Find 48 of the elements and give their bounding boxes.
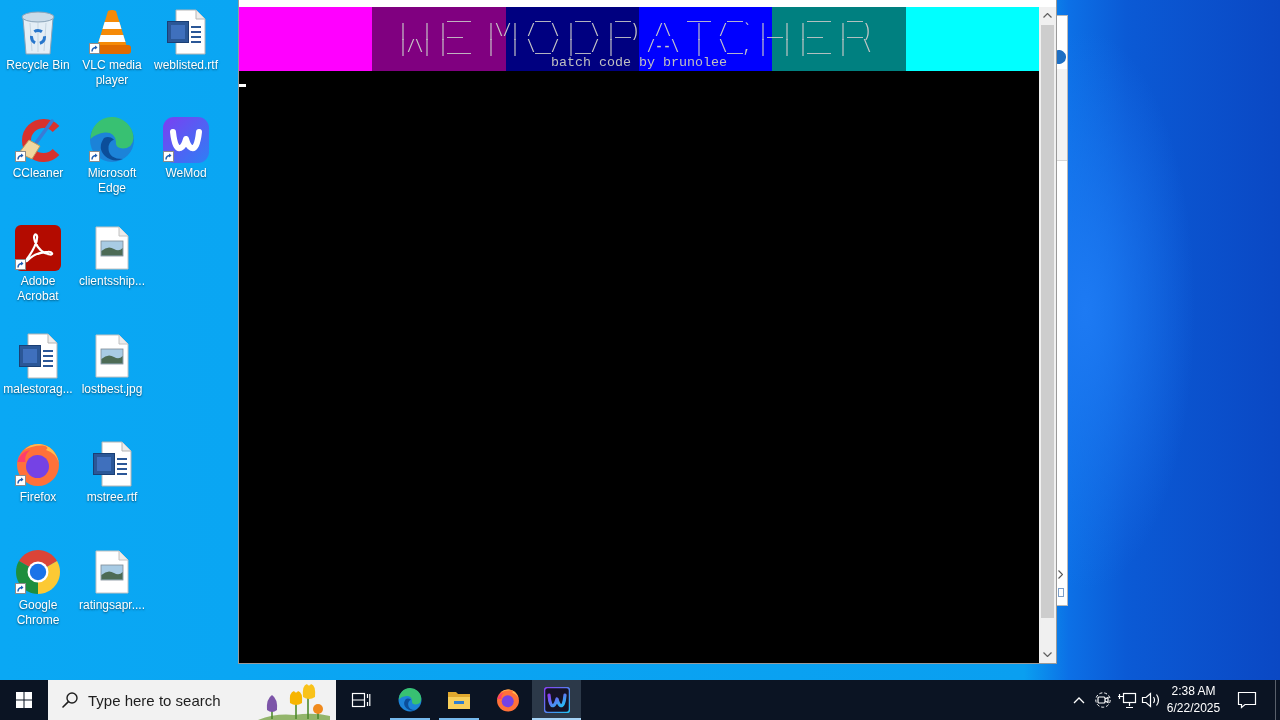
folder-icon [446, 690, 471, 710]
icon-label[interactable]: clientsship... [79, 274, 145, 289]
icon-label[interactable]: VLC media player [75, 58, 149, 88]
task-view-icon [350, 692, 371, 708]
icon-label[interactable]: lostbest.jpg [81, 382, 143, 397]
image-file-icon[interactable] [95, 334, 129, 378]
volume-icon [1141, 692, 1161, 708]
icon-label[interactable]: Recycle Bin [6, 58, 70, 73]
banner-subtitle: batch code by brunolee [551, 55, 727, 71]
icon-label[interactable]: CCleaner [12, 166, 64, 181]
document-icon[interactable] [166, 9, 206, 55]
taskbar-app-button[interactable] [532, 680, 581, 720]
windows-logo-icon [16, 692, 32, 708]
wave-logo-icon [543, 687, 570, 713]
ring-logo-icon[interactable] [15, 549, 61, 595]
camera-icon [1094, 692, 1112, 708]
chevron-up-icon [1072, 696, 1085, 704]
recycle-bin-icon[interactable] [20, 9, 56, 55]
image-file-icon[interactable] [95, 550, 129, 594]
icon-label[interactable]: mstree.rtf [86, 490, 138, 505]
fox-logo-icon[interactable] [15, 441, 61, 487]
ribbon-logo-icon[interactable] [15, 225, 61, 271]
notification-icon [1237, 691, 1257, 709]
chevron-up-icon [1043, 13, 1052, 18]
document-icon[interactable] [92, 441, 132, 487]
wave-logo-icon[interactable] [163, 117, 209, 163]
icon-label[interactable]: malestorag... [3, 382, 73, 397]
icon-label[interactable]: ratingsapr.... [78, 598, 145, 613]
search-field[interactable]: Type here to search [48, 680, 336, 720]
image-file-icon[interactable] [95, 226, 129, 270]
icon-label[interactable]: Google Chrome [1, 598, 75, 628]
flower-icon [258, 683, 330, 720]
icon-label[interactable]: Adobe Acrobat [1, 274, 75, 304]
fox-logo-icon [495, 688, 520, 712]
search-icon [62, 692, 78, 708]
network-icon [1117, 691, 1137, 709]
icon-label[interactable]: weblisted.rtf [154, 58, 218, 73]
outline-box-icon[interactable] [1058, 588, 1064, 597]
icon-label[interactable]: WeMod [165, 166, 207, 181]
chevron-right-icon[interactable] [1058, 570, 1063, 579]
icon-label[interactable]: Firefox [19, 490, 57, 505]
swirl-logo-icon[interactable] [89, 117, 135, 163]
scrollbar-thumb[interactable] [1041, 25, 1054, 618]
clock-button[interactable]: 2:38 AM 6/22/2025 [1163, 680, 1224, 720]
document-icon[interactable] [18, 333, 58, 379]
icon-label[interactable]: Microsoft Edge [75, 166, 149, 196]
swirl-logo-icon [397, 688, 422, 712]
chevron-down-icon [1043, 652, 1052, 657]
